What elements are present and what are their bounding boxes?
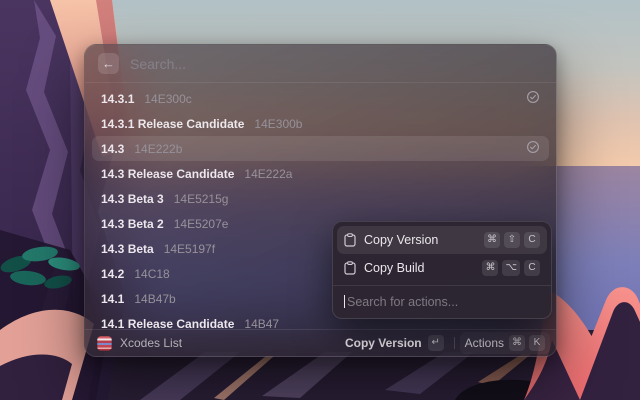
version-label: 14.3.1 xyxy=(101,91,135,106)
version-label: 14.3.1 Release Candidate xyxy=(101,116,245,131)
list-item[interactable]: 14.3 Release Candidate 14E222a xyxy=(92,161,549,186)
list-item[interactable]: 14.3.1 Release Candidate 14E300b xyxy=(92,111,549,136)
shortcut-keys: ⌘ ⇧ C xyxy=(484,232,540,248)
list-item[interactable]: 14.3 14E222b xyxy=(92,136,549,161)
action-label: Copy Build xyxy=(364,261,425,275)
keycap: ⌘ xyxy=(482,260,499,276)
version-label: 14.3 Beta 3 xyxy=(101,191,164,206)
actions-button-label: Actions xyxy=(464,336,504,350)
footer-bar: Xcodes List Copy Version ↵ Actions ⌘ K xyxy=(85,329,556,356)
extension-name: Xcodes List xyxy=(120,336,183,350)
action-item[interactable]: Copy Version ⌘ ⇧ C xyxy=(337,226,547,254)
build-label: 14E5197f xyxy=(163,241,216,256)
clipboard-icon xyxy=(344,233,356,247)
version-label: 14.3 Beta xyxy=(101,241,154,256)
version-label: 14.1 xyxy=(101,291,125,306)
text-caret xyxy=(344,295,345,308)
actions-search-input[interactable]: Search for actions... xyxy=(337,289,547,314)
clipboard-icon xyxy=(344,261,356,275)
keycap: ⌘ xyxy=(509,335,525,351)
build-label: 14E300c xyxy=(144,91,192,106)
installed-check-icon xyxy=(526,90,540,107)
version-label: 14.3 xyxy=(101,141,125,156)
build-label: 14B47b xyxy=(134,291,176,306)
version-label: 14.3 Beta 2 xyxy=(101,216,164,231)
primary-action-label: Copy Version xyxy=(344,336,422,350)
actions-panel: Copy Version ⌘ ⇧ C Copy Build ⌘ ⌥ C Search for … xyxy=(332,221,552,319)
installed-check-icon xyxy=(526,140,540,157)
list-item[interactable]: 14.3 Beta 3 14E5215g xyxy=(92,186,549,211)
search-bar: ← xyxy=(85,45,556,82)
action-label: Copy Version xyxy=(364,233,439,247)
build-label: 14E222b xyxy=(134,141,183,156)
primary-action-button[interactable]: Copy Version ↵ xyxy=(340,332,449,354)
build-label: 14E222a xyxy=(244,166,293,181)
screen: ← 14.3.114E300c14.3.1 Release Candidate1… xyxy=(0,0,640,400)
actions-panel-items: Copy Version ⌘ ⇧ C Copy Build ⌘ ⌥ C xyxy=(337,226,547,282)
shortcut-keys: ⌘ ⌥ C xyxy=(482,260,540,276)
build-label: 14E5207e xyxy=(173,216,229,231)
build-label: 14B47 xyxy=(244,316,280,330)
keycap: C xyxy=(524,232,540,248)
keycap: ⌘ xyxy=(484,232,500,248)
back-button[interactable]: ← xyxy=(98,53,119,74)
build-label: 14E5215g xyxy=(173,191,229,206)
build-label: 14C18 xyxy=(134,266,170,281)
back-arrow-icon: ← xyxy=(102,56,115,71)
version-label: 14.1 Release Candidate xyxy=(101,316,235,330)
version-label: 14.3 Release Candidate xyxy=(101,166,235,181)
actions-button[interactable]: Actions ⌘ K xyxy=(459,332,550,354)
launcher-window: ← 14.3.114E300c14.3.1 Release Candidate1… xyxy=(84,44,557,357)
keycap: ⌥ xyxy=(502,260,520,276)
actions-keys: ⌘ K xyxy=(509,335,545,351)
footer-divider xyxy=(453,337,455,349)
search-input[interactable] xyxy=(130,55,543,72)
keycap: C xyxy=(524,260,540,276)
version-label: 14.2 xyxy=(101,266,125,281)
actions-search-placeholder: Search for actions... xyxy=(347,294,459,309)
keycap: K xyxy=(529,335,545,351)
keycap: ⇧ xyxy=(504,232,520,248)
panel-divider xyxy=(333,285,551,286)
list-item[interactable]: 14.3.1 14E300c xyxy=(92,86,549,111)
action-item[interactable]: Copy Build ⌘ ⌥ C xyxy=(337,254,547,282)
xcodes-app-icon xyxy=(97,335,112,351)
return-key-icon: ↵ xyxy=(427,335,444,351)
build-label: 14E300b xyxy=(254,116,303,131)
